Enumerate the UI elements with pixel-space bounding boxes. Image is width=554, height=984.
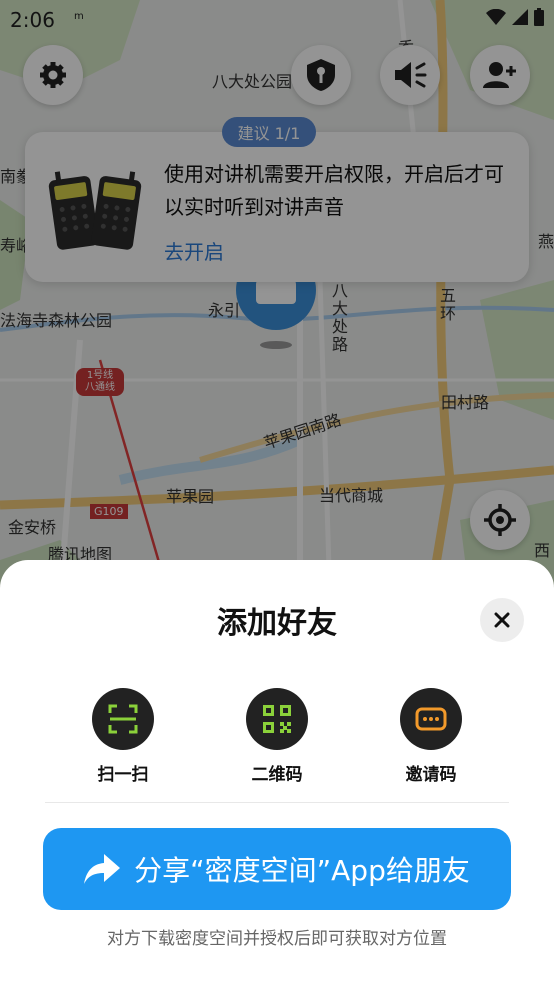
scan-action[interactable]: 扫一扫 — [73, 688, 173, 785]
invite-code-button[interactable] — [400, 688, 462, 750]
close-icon — [494, 612, 510, 628]
share-arrow-icon — [84, 854, 121, 884]
scan-icon — [108, 704, 138, 734]
invite-code-label: 邀请码 — [405, 765, 457, 785]
sheet-title: 添加好友 — [217, 606, 337, 641]
qrcode-icon — [263, 705, 291, 733]
share-app-button[interactable]: 分享“密度空间”App给朋友 — [43, 828, 511, 910]
close-button[interactable] — [480, 598, 524, 642]
invite-code-icon — [415, 707, 447, 731]
qrcode-action[interactable]: 二维码 — [227, 688, 327, 785]
share-hint: 对方下载密度空间并授权后即可获取对方位置 — [107, 929, 447, 949]
divider — [45, 802, 509, 803]
qrcode-button[interactable] — [246, 688, 308, 750]
add-friend-sheet: 添加好友 扫一扫 二维码 邀请码 分享“密度空间”App给朋友 对方下载密度空间… — [0, 560, 554, 984]
share-button-label: 分享“密度空间”App给朋友 — [134, 854, 470, 887]
invite-code-action[interactable]: 邀请码 — [381, 688, 481, 785]
scan-button[interactable] — [92, 688, 154, 750]
qrcode-label: 二维码 — [251, 765, 303, 785]
scan-label: 扫一扫 — [97, 765, 149, 785]
